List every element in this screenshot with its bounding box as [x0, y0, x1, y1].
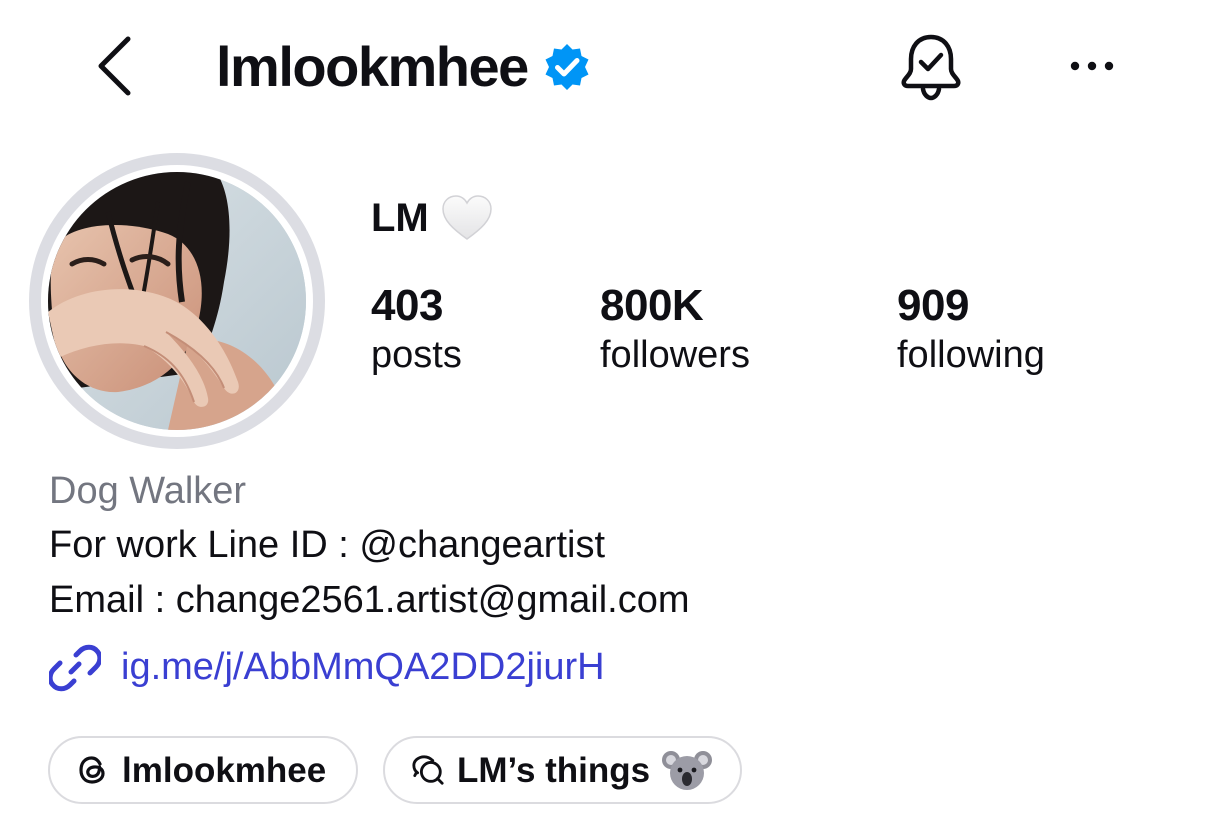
threads-profile-chip[interactable]: lmlookmhee	[48, 736, 358, 804]
verified-badge-icon	[542, 42, 592, 92]
channel-chip-label: LM’s things	[457, 750, 651, 790]
posts-label: posts	[371, 334, 462, 377]
bio-line: For work Line ID : @changeartist	[49, 524, 606, 566]
white-heart-icon	[441, 194, 493, 242]
followers-label: followers	[600, 334, 750, 377]
following-label: following	[897, 334, 1045, 377]
back-button[interactable]	[92, 36, 136, 96]
profile-page: lmlookmhee LM 403 posts 800K followers 9…	[0, 0, 1206, 835]
profile-category: Dog Walker	[49, 470, 247, 512]
header-title: lmlookmhee	[216, 32, 592, 102]
bell-check-icon	[901, 34, 961, 101]
display-name-row: LM	[371, 194, 493, 242]
threads-chip-label: lmlookmhee	[122, 750, 327, 790]
bio-link[interactable]: ig.me/j/AbbMmQA2DD2jiurH	[49, 642, 605, 694]
display-name: LM	[371, 196, 429, 240]
broadcast-channel-chip[interactable]: LM’s things	[383, 736, 742, 804]
avatar	[48, 172, 306, 430]
chevron-left-icon	[98, 36, 131, 96]
link-url: ig.me/j/AbbMmQA2DD2jiurH	[121, 646, 605, 689]
stat-following[interactable]: 909 following	[897, 281, 1045, 382]
more-options-button[interactable]	[1064, 44, 1120, 88]
username-title: lmlookmhee	[216, 35, 529, 98]
notifications-bell-button[interactable]	[896, 30, 966, 102]
following-count: 909	[897, 281, 969, 330]
profile-photo	[48, 172, 306, 430]
threads-icon	[76, 753, 110, 787]
link-icon	[49, 642, 101, 694]
avatar-story-ring[interactable]	[29, 153, 325, 449]
stat-followers[interactable]: 800K followers	[600, 281, 750, 382]
avatar-frame	[41, 165, 313, 437]
posts-count: 403	[371, 281, 443, 330]
stat-posts[interactable]: 403 posts	[371, 281, 462, 382]
koala-icon	[662, 748, 713, 792]
bio-line: Email : change2561.artist@gmail.com	[49, 579, 690, 621]
broadcast-channel-icon	[411, 753, 445, 787]
ellipsis-icon	[1070, 61, 1114, 71]
followers-count: 800K	[600, 281, 704, 330]
